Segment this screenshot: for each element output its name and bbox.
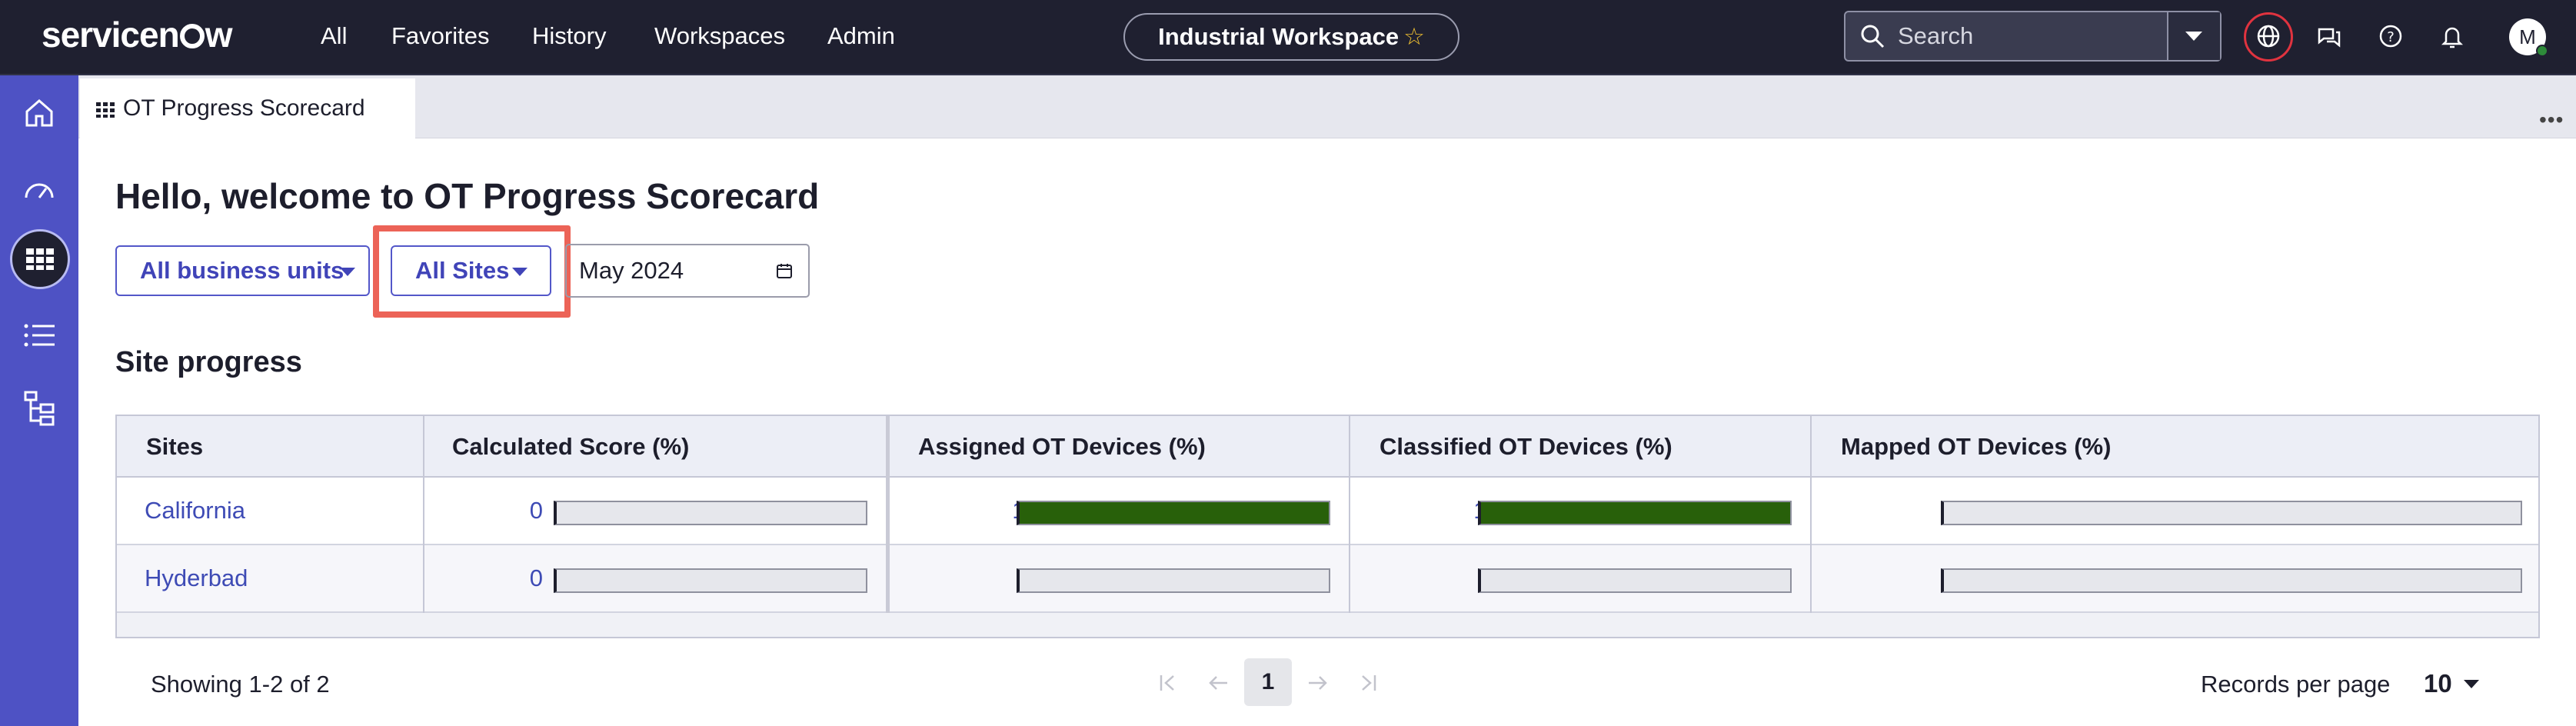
caret-down-icon <box>340 268 355 276</box>
search-icon <box>1861 25 1885 48</box>
online-status-dot <box>2536 45 2548 57</box>
annotation-highlight-box <box>373 225 571 318</box>
dashboard-gauge-icon[interactable] <box>20 171 58 209</box>
assigned-ot-devices-bar-fill <box>1020 502 1329 524</box>
search-scope-dropdown[interactable] <box>2168 12 2220 60</box>
left-sidebar <box>0 75 78 726</box>
help-icon[interactable]: ? <box>2373 18 2408 54</box>
top-header: servicen w All Favorites History Workspac… <box>0 0 2576 75</box>
star-icon[interactable]: ☆ <box>1403 23 1425 50</box>
frozen-column-divider[interactable] <box>886 416 890 613</box>
table-row: Hyderbad 0 0 0 0 <box>117 545 2538 613</box>
business-units-filter-label: All business units <box>140 257 344 284</box>
column-header-sites[interactable]: Sites <box>117 416 203 478</box>
current-page-button[interactable]: 1 <box>1244 658 1292 706</box>
classified-ot-devices-bar <box>1478 501 1792 525</box>
caret-down-icon[interactable] <box>2464 680 2479 688</box>
previous-page-icon[interactable] <box>1203 660 1235 706</box>
date-picker[interactable]: May 2024 <box>565 244 810 298</box>
avatar-initial: M <box>2519 25 2536 48</box>
calculated-score-bar <box>554 568 867 593</box>
nav-all[interactable]: All <box>321 18 347 54</box>
calculated-score-value[interactable]: 0 <box>448 478 543 544</box>
column-header-assigned-ot-devices[interactable]: Assigned OT Devices (%) <box>889 416 1206 478</box>
search-input[interactable]: Search <box>1898 12 1973 60</box>
nav-favorites[interactable]: Favorites <box>391 18 489 54</box>
home-icon[interactable] <box>20 94 58 132</box>
column-header-classified-ot-devices[interactable]: Classified OT Devices (%) <box>1350 416 1672 478</box>
globe-icon[interactable] <box>2251 18 2286 54</box>
more-options-icon[interactable]: ••• <box>2539 108 2564 132</box>
nav-admin[interactable]: Admin <box>827 18 895 54</box>
svg-text:?: ? <box>2387 29 2395 45</box>
avatar[interactable]: M <box>2509 18 2548 57</box>
search-bar[interactable]: Search <box>1844 11 2222 62</box>
chevron-down-icon <box>2185 32 2202 41</box>
calendar-icon[interactable] <box>776 262 793 279</box>
tab-ot-progress-scorecard[interactable]: OT Progress Scorecard <box>80 78 415 138</box>
table-row: California 0 100 100 0 <box>117 478 2538 545</box>
first-page-icon[interactable] <box>1153 660 1186 706</box>
assigned-ot-devices-bar <box>1017 568 1330 593</box>
list-icon[interactable] <box>20 316 58 355</box>
column-divider <box>1349 416 1350 613</box>
workspace-pill-label: Industrial Workspace <box>1158 23 1399 50</box>
servicenow-logo[interactable]: servicen w <box>42 15 232 54</box>
classified-ot-devices-bar <box>1478 568 1792 593</box>
calculated-score-bar <box>554 501 867 525</box>
grid-icon[interactable] <box>10 229 70 289</box>
section-title: Site progress <box>115 346 302 378</box>
table-header: Sites Calculated Score (%) Assigned OT D… <box>117 416 2538 478</box>
classified-ot-devices-bar-fill <box>1481 502 1790 524</box>
records-per-page-select[interactable]: 10 <box>2424 669 2452 698</box>
column-divider <box>423 416 424 613</box>
mapped-ot-devices-bar <box>1941 568 2522 593</box>
date-picker-value: May 2024 <box>579 257 684 284</box>
site-progress-table: Sites Calculated Score (%) Assigned OT D… <box>115 415 2540 638</box>
records-count: Showing 1-2 of 2 <box>151 671 330 698</box>
mapped-ot-devices-bar <box>1941 501 2522 525</box>
last-page-icon[interactable] <box>1350 660 1383 706</box>
tab-label: OT Progress Scorecard <box>123 95 365 121</box>
site-link[interactable]: California <box>145 478 245 544</box>
column-header-mapped-ot-devices[interactable]: Mapped OT Devices (%) <box>1812 416 2111 478</box>
column-divider <box>1810 416 1812 613</box>
page-title: Hello, welcome to OT Progress Scorecard <box>115 176 820 216</box>
bell-icon[interactable] <box>2435 18 2470 54</box>
grid-icon <box>96 102 115 118</box>
nav-history[interactable]: History <box>532 18 606 54</box>
business-units-filter[interactable]: All business units <box>115 245 370 296</box>
chat-icon[interactable] <box>2311 18 2347 54</box>
records-per-page-label: Records per page <box>2201 671 2391 698</box>
workspace-pill[interactable]: Industrial Workspace ☆ <box>1123 13 1459 61</box>
next-page-icon[interactable] <box>1301 660 1333 706</box>
site-link[interactable]: Hyderbad <box>145 545 248 611</box>
nav-workspaces[interactable]: Workspaces <box>654 18 785 54</box>
column-header-calculated-score[interactable]: Calculated Score (%) <box>423 416 689 478</box>
hierarchy-icon[interactable] <box>20 389 58 428</box>
assigned-ot-devices-bar <box>1017 501 1330 525</box>
tab-strip: OT Progress Scorecard <box>78 75 2576 138</box>
calculated-score-value[interactable]: 0 <box>448 545 543 611</box>
